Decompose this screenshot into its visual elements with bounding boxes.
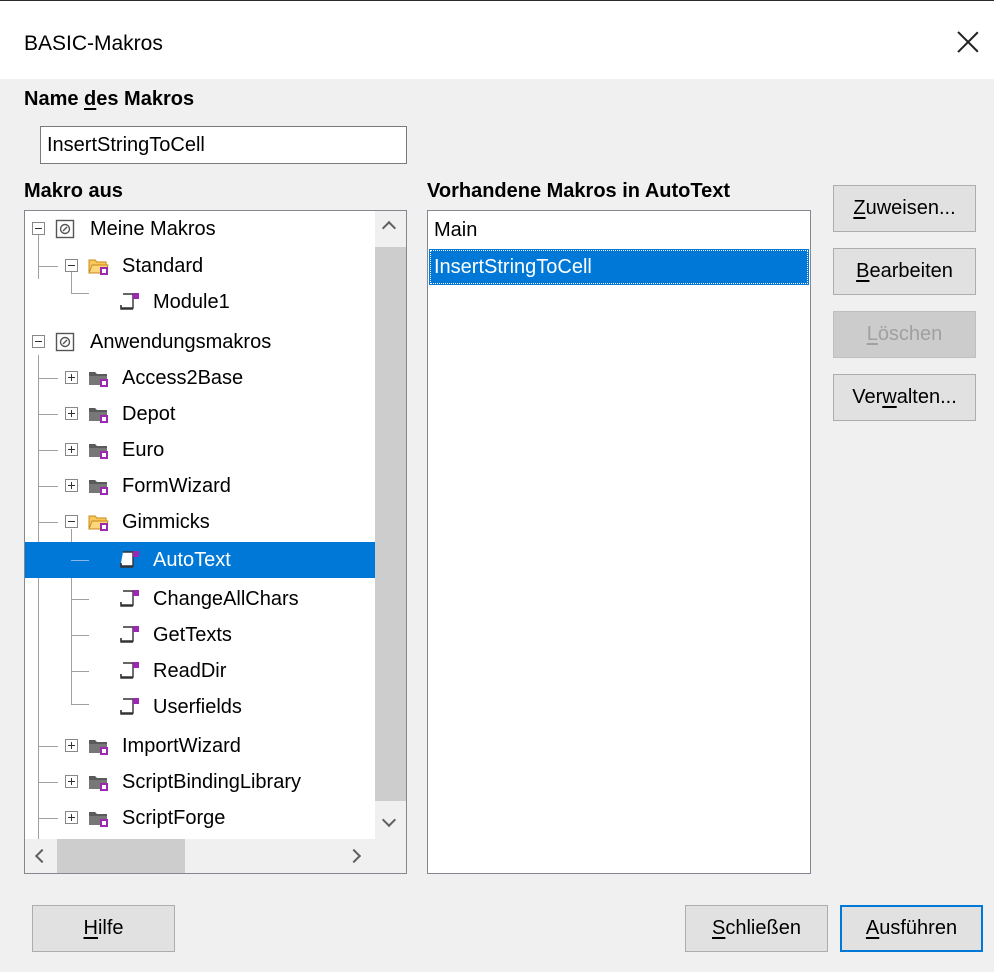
close-icon[interactable] xyxy=(957,31,979,53)
tree-item-label: Meine Makros xyxy=(90,218,216,240)
help-button[interactable]: Hilfe xyxy=(32,905,175,952)
macro-name-label: Name des Makros xyxy=(24,88,195,110)
expand-icon[interactable] xyxy=(65,811,78,824)
assign-button[interactable]: Zuweisen... xyxy=(833,185,976,232)
module-icon xyxy=(120,698,139,715)
tree-item-label: Standard xyxy=(122,255,204,277)
tree-item-label: ImportWizard xyxy=(122,735,241,757)
tree-item-access2base[interactable]: Access2Base xyxy=(25,360,375,396)
closed-folder-icon xyxy=(89,408,108,423)
window-title: BASIC-Makros xyxy=(24,32,163,55)
tree-item-userfields[interactable]: Userfields xyxy=(25,689,375,725)
collapse-icon[interactable] xyxy=(65,259,78,272)
tree-item-scriptforge[interactable]: ScriptForge xyxy=(25,800,375,836)
close-button[interactable]: Schließen xyxy=(685,905,828,952)
basic-macros-dialog: BASIC-Makros Name des Makros InsertStrin… xyxy=(0,0,994,972)
collapse-icon[interactable] xyxy=(32,222,45,235)
manage-button[interactable]: Verwalten... xyxy=(833,374,976,421)
expand-icon[interactable] xyxy=(65,443,78,456)
macro-container-icon xyxy=(55,332,75,352)
tree-item-importwizard[interactable]: ImportWizard xyxy=(25,728,375,764)
tree-item-scriptbindinglibrary[interactable]: ScriptBindingLibrary xyxy=(25,764,375,800)
library-tree[interactable]: Meine Makros Standard Module1 Anwendungs… xyxy=(24,210,407,874)
tree-item-label: ReadDir xyxy=(153,660,227,682)
tree-item-gimmicks[interactable]: Gimmicks xyxy=(25,504,375,540)
closed-folder-icon xyxy=(89,812,108,827)
tree-item-module1[interactable]: Module1 xyxy=(25,284,375,320)
tree-item-standard[interactable]: Standard xyxy=(25,248,375,284)
delete-button[interactable]: Löschen xyxy=(833,311,976,358)
tree-item-label: FormWizard xyxy=(122,475,231,497)
macro-container-icon xyxy=(55,219,75,239)
tree-item-label: ScriptForge xyxy=(122,807,226,829)
tree-item-label: Userfields xyxy=(153,696,242,718)
tree-item-label: GetTexts xyxy=(153,624,232,646)
tree-item-readdir[interactable]: ReadDir xyxy=(25,653,375,689)
tree-item-formwizard[interactable]: FormWizard xyxy=(25,468,375,504)
scrollbar-corner xyxy=(375,839,406,873)
title-bar: BASIC-Makros xyxy=(0,1,994,79)
open-folder-icon xyxy=(88,515,109,531)
tree-item-label: Module1 xyxy=(153,291,230,313)
tree-item-gettexts[interactable]: GetTexts xyxy=(25,617,375,653)
tree-item-label: ChangeAllChars xyxy=(153,588,299,610)
tree-item-autotext[interactable]: AutoText xyxy=(25,542,375,578)
macro-list-item-insertstringtocell[interactable]: InsertStringToCell xyxy=(429,249,809,285)
scroll-down-icon[interactable] xyxy=(381,812,397,828)
tree-horizontal-scrollbar[interactable] xyxy=(25,839,375,873)
module-icon xyxy=(120,662,139,679)
expand-icon[interactable] xyxy=(65,371,78,384)
closed-folder-icon xyxy=(89,372,108,387)
tree-item-label: Depot xyxy=(122,403,176,425)
scrollbar-thumb[interactable] xyxy=(57,839,185,873)
tree-item-euro[interactable]: Euro xyxy=(25,432,375,468)
closed-folder-icon xyxy=(89,444,108,459)
tree-item-application-macros[interactable]: Anwendungsmakros xyxy=(25,324,375,360)
expand-icon[interactable] xyxy=(65,739,78,752)
tree-item-label: Anwendungsmakros xyxy=(90,331,272,353)
collapse-icon[interactable] xyxy=(65,515,78,528)
tree-item-label: AutoText xyxy=(153,549,231,571)
macro-list[interactable]: Main InsertStringToCell xyxy=(427,210,811,874)
scroll-right-icon[interactable] xyxy=(346,848,362,864)
tree-item-label: Gimmicks xyxy=(122,511,210,533)
macro-list-item-main[interactable]: Main xyxy=(429,212,809,248)
closed-folder-icon xyxy=(89,776,108,791)
existing-macros-label: Vorhandene Makros in AutoText xyxy=(427,180,730,202)
expand-icon[interactable] xyxy=(65,479,78,492)
run-button[interactable]: Ausführen xyxy=(840,905,983,952)
tree-item-changeallchars[interactable]: ChangeAllChars xyxy=(25,581,375,617)
tree-item-label: Access2Base xyxy=(122,367,244,389)
macro-name-input[interactable]: InsertStringToCell xyxy=(40,126,407,164)
open-folder-icon xyxy=(88,259,109,275)
edit-button[interactable]: Bearbeiten xyxy=(833,248,976,295)
tree-item-depot[interactable]: Depot xyxy=(25,396,375,432)
scroll-up-icon[interactable] xyxy=(381,220,397,236)
macro-from-label: Makro aus xyxy=(24,180,123,202)
tree-item-my-macros[interactable]: Meine Makros xyxy=(25,211,375,247)
module-icon xyxy=(120,293,139,310)
module-icon xyxy=(120,551,139,568)
expand-icon[interactable] xyxy=(65,775,78,788)
module-icon xyxy=(120,626,139,643)
tree-line xyxy=(71,560,89,561)
scroll-left-icon[interactable] xyxy=(34,848,50,864)
scrollbar-thumb[interactable] xyxy=(375,247,406,801)
tree-item-label: ScriptBindingLibrary xyxy=(122,771,301,793)
tree-vertical-scrollbar[interactable] xyxy=(375,211,406,839)
collapse-icon[interactable] xyxy=(32,335,45,348)
closed-folder-icon xyxy=(89,480,108,495)
expand-icon[interactable] xyxy=(65,407,78,420)
closed-folder-icon xyxy=(89,740,108,755)
module-icon xyxy=(120,590,139,607)
tree-item-label: Euro xyxy=(122,439,165,461)
